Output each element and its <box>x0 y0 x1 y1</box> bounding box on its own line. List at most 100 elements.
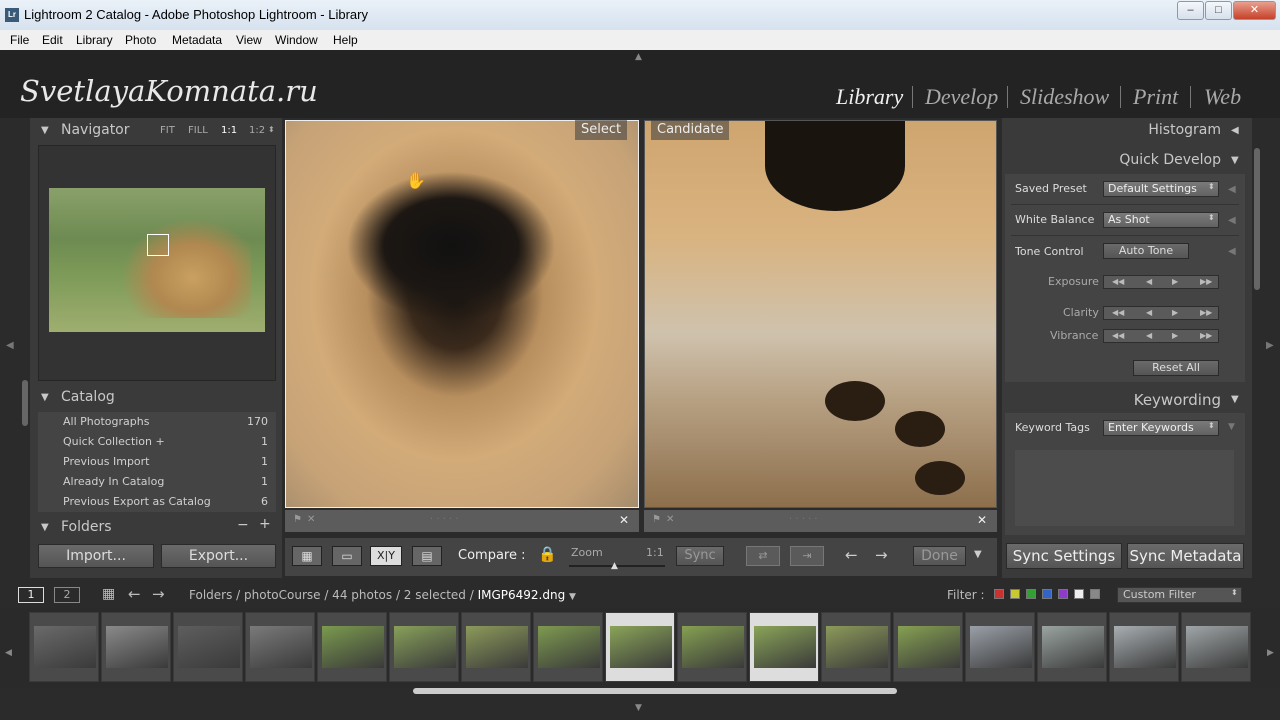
menu-view[interactable]: View <box>236 33 262 47</box>
previous-arrow-icon[interactable]: ← <box>845 546 858 564</box>
filmstrip-thumbnail[interactable] <box>1037 612 1107 682</box>
left-panel-scrollbar[interactable] <box>22 380 28 426</box>
quick-develop-collapse-icon[interactable]: ▼ <box>1231 155 1239 166</box>
catalog-item[interactable]: Previous Export as Catalog 6 <box>38 492 276 512</box>
histogram-title[interactable]: Histogram <box>1005 122 1245 148</box>
toolbar-menu-icon[interactable]: ▼ <box>974 549 982 560</box>
filter-color-swatch[interactable] <box>1090 589 1100 599</box>
filter-color-swatch[interactable] <box>1058 589 1068 599</box>
reject-icon[interactable]: ✕ <box>307 514 315 525</box>
preset-expand-icon[interactable]: ◀ <box>1228 184 1236 195</box>
maximize-icon[interactable]: □ <box>1205 1 1232 20</box>
keyword-expand-icon[interactable]: ▼ <box>1228 422 1235 432</box>
keyword-text-area[interactable] <box>1015 450 1234 526</box>
filmstrip-thumbnail[interactable] <box>821 612 891 682</box>
select-view[interactable]: ✋ <box>285 120 639 508</box>
filmstrip-thumbnail[interactable] <box>749 612 819 682</box>
exposure-stepper[interactable]: ◀◀ ◀ ▶ ▶▶ <box>1103 275 1219 289</box>
filmstrip-thumbnail[interactable] <box>29 612 99 682</box>
reset-all-button[interactable]: Reset All <box>1133 360 1219 376</box>
keyword-tags-select[interactable]: Enter Keywords <box>1103 420 1219 436</box>
loupe-view-icon[interactable]: ▭ <box>332 546 362 566</box>
vibrance-stepper[interactable]: ◀◀ ◀ ▶ ▶▶ <box>1103 329 1219 343</box>
back-arrow-icon[interactable]: ← <box>128 585 141 603</box>
filmstrip-thumbnail[interactable] <box>605 612 675 682</box>
minimize-icon[interactable]: – <box>1177 1 1204 20</box>
white-balance-expand-icon[interactable]: ◀ <box>1228 215 1236 226</box>
compare-view-icon[interactable]: X|Y <box>370 546 402 566</box>
rating-dots[interactable]: · · · · · <box>789 514 818 525</box>
menu-help[interactable]: Help <box>333 33 358 47</box>
done-button[interactable]: Done <box>913 546 966 566</box>
flag-icon[interactable]: ⚑ <box>293 514 302 525</box>
top-panel-toggle-icon[interactable]: ▲ <box>635 52 642 62</box>
catalog-item[interactable]: Previous Import 1 <box>38 452 276 472</box>
filmstrip-thumbnail[interactable] <box>533 612 603 682</box>
sync-metadata-button[interactable]: Sync Metadata <box>1127 543 1244 569</box>
close-candidate-icon[interactable]: ✕ <box>977 513 987 527</box>
zoom-fit[interactable]: FIT <box>160 125 175 136</box>
grid-view-icon[interactable]: ▦ <box>292 546 322 566</box>
import-button[interactable]: Import... <box>38 544 154 568</box>
grid-icon[interactable]: ▦ <box>102 586 115 602</box>
survey-view-icon[interactable]: ▤ <box>412 546 442 566</box>
filter-color-swatch[interactable] <box>1010 589 1020 599</box>
navigator-zoom-box[interactable] <box>147 234 169 256</box>
keywording-collapse-icon[interactable]: ▼ <box>1231 394 1239 405</box>
custom-filter-select[interactable]: Custom Filter <box>1117 587 1242 603</box>
lock-icon[interactable]: 🔒 <box>538 545 557 563</box>
filmstrip-thumbnail[interactable] <box>173 612 243 682</box>
remove-folder-icon[interactable]: − <box>237 517 249 533</box>
filter-color-swatch[interactable] <box>994 589 1004 599</box>
menu-window[interactable]: Window <box>275 33 318 47</box>
close-icon[interactable]: ✕ <box>1233 1 1276 20</box>
auto-tone-button[interactable]: Auto Tone <box>1103 243 1189 259</box>
swap-icon[interactable]: ⇄ <box>746 546 780 566</box>
navigator-preview[interactable] <box>49 188 265 332</box>
folders-collapse-icon[interactable]: ▼ <box>41 522 49 533</box>
sync-settings-button[interactable]: Sync Settings <box>1006 543 1122 569</box>
filmstrip-thumbnail[interactable] <box>893 612 963 682</box>
right-panel-toggle-icon[interactable]: ▶ <box>1266 340 1274 351</box>
candidate-view[interactable] <box>644 120 997 508</box>
histogram-expand-icon[interactable]: ◀ <box>1231 125 1239 136</box>
menu-photo[interactable]: Photo <box>125 33 156 47</box>
filmstrip-thumbnail[interactable] <box>101 612 171 682</box>
module-web[interactable]: Web <box>1204 84 1241 110</box>
filter-color-swatch[interactable] <box>1042 589 1052 599</box>
rating-dots[interactable]: · · · · · <box>430 514 459 525</box>
filmstrip-thumbnail[interactable] <box>965 612 1035 682</box>
module-slideshow[interactable]: Slideshow <box>1020 84 1109 110</box>
catalog-item[interactable]: All Photographs 170 <box>38 412 276 432</box>
navigator-collapse-icon[interactable]: ▼ <box>41 125 49 136</box>
menu-library[interactable]: Library <box>76 33 113 47</box>
module-develop[interactable]: Develop <box>925 84 998 110</box>
menu-edit[interactable]: Edit <box>42 33 63 47</box>
module-print[interactable]: Print <box>1133 84 1178 110</box>
filmstrip-thumbnail[interactable] <box>245 612 315 682</box>
filmstrip-thumbnail[interactable] <box>317 612 387 682</box>
zoom-1-1[interactable]: 1:1 <box>221 125 237 136</box>
right-panel-scrollbar[interactable] <box>1254 148 1260 290</box>
saved-preset-select[interactable]: Default Settings <box>1103 181 1219 197</box>
filmstrip-path[interactable]: Folders / photoCourse / 44 photos / 2 se… <box>189 588 576 602</box>
flag-icon[interactable]: ⚑ <box>652 514 661 525</box>
filmstrip-thumbnail[interactable] <box>677 612 747 682</box>
menu-file[interactable]: File <box>10 33 29 47</box>
left-panel-toggle-icon[interactable]: ◀ <box>6 340 14 351</box>
white-balance-select[interactable]: As Shot <box>1103 212 1219 228</box>
menu-metadata[interactable]: Metadata <box>172 33 222 47</box>
clarity-stepper[interactable]: ◀◀ ◀ ▶ ▶▶ <box>1103 306 1219 320</box>
catalog-item[interactable]: Quick Collection + 1 <box>38 432 276 452</box>
filter-color-swatch[interactable] <box>1026 589 1036 599</box>
zoom-dropdown-icon[interactable]: ⬍ <box>268 125 275 134</box>
catalog-item[interactable]: Already In Catalog 1 <box>38 472 276 492</box>
filter-color-swatch[interactable] <box>1074 589 1084 599</box>
catalog-collapse-icon[interactable]: ▼ <box>41 392 49 403</box>
export-button[interactable]: Export... <box>161 544 276 568</box>
reject-icon[interactable]: ✕ <box>666 514 674 525</box>
filmstrip-scroll-right-icon[interactable]: ▶ <box>1267 648 1274 658</box>
next-arrow-icon[interactable]: → <box>875 546 888 564</box>
make-select-icon[interactable]: ⇥ <box>790 546 824 566</box>
filmstrip-thumbnail[interactable] <box>461 612 531 682</box>
